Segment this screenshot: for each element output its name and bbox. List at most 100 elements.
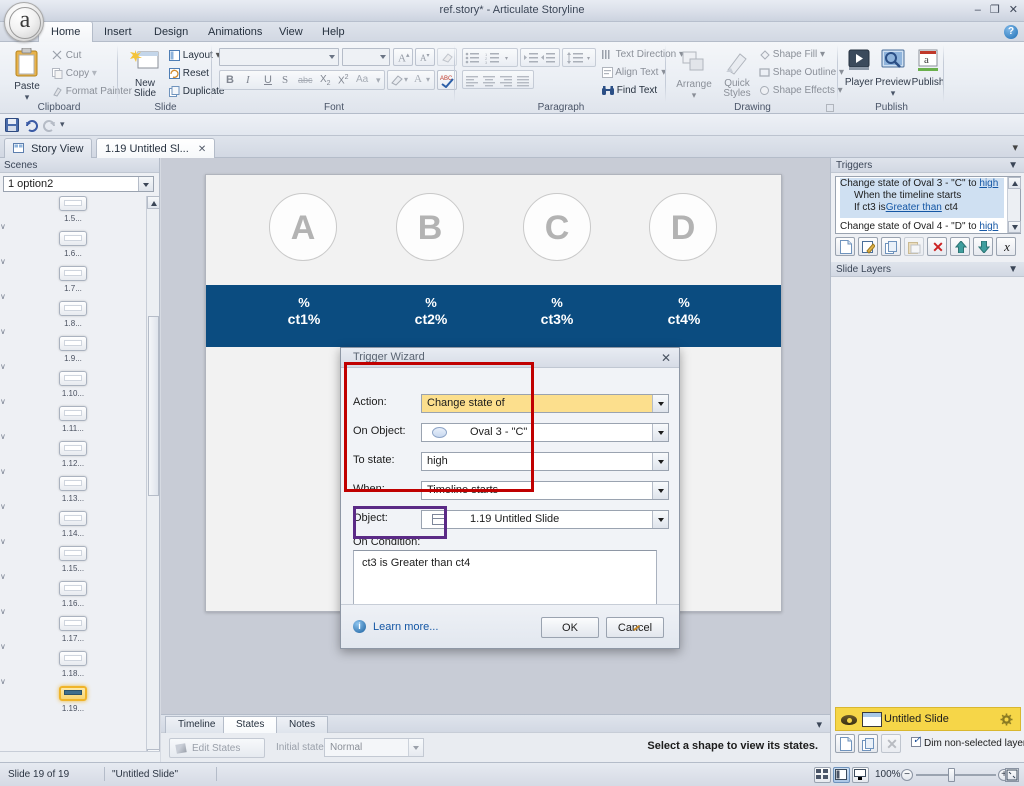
on-object-select[interactable]: Oval 3 - "C": [421, 423, 669, 442]
slide-thumbnail[interactable]: 1.9...: [0, 336, 146, 363]
learn-more-link[interactable]: Learn more...: [373, 621, 438, 633]
slide-thumbnail[interactable]: 1.7...: [0, 266, 146, 293]
slide-thumbnail[interactable]: 1.13...: [0, 476, 146, 503]
normal-view-button[interactable]: [814, 767, 831, 783]
slide-thumbnail[interactable]: 1.11...: [0, 406, 146, 433]
trigger-wizard-dialog[interactable]: Trigger Wizard ✕ Action: Change state of…: [340, 347, 680, 649]
tab-story-view[interactable]: Story View: [4, 138, 93, 158]
chevron-down-icon[interactable]: [652, 453, 668, 470]
chevron-down-icon[interactable]: [652, 395, 668, 412]
tab-states[interactable]: States: [223, 716, 278, 733]
change-case-button[interactable]: Aa: [356, 74, 368, 85]
arrange-button[interactable]: Arrange ▾: [673, 50, 715, 101]
copy-trigger-button[interactable]: [881, 237, 901, 256]
tab-help[interactable]: Help: [310, 22, 357, 42]
delete-layer-button[interactable]: ✕: [881, 734, 901, 753]
trigger-state-link[interactable]: high: [979, 221, 998, 232]
ok-button[interactable]: OK: [541, 617, 599, 638]
tab-insert[interactable]: Insert: [92, 22, 144, 42]
action-select[interactable]: Change state of: [421, 394, 669, 413]
bold-button[interactable]: B: [226, 74, 234, 86]
trigger-item-selected[interactable]: Change state of Oval 3 - "C" to high Whe…: [840, 178, 1004, 218]
move-down-trigger-button[interactable]: [973, 237, 993, 256]
trigger-operator-link[interactable]: Greater than: [886, 202, 942, 213]
font-color-icon[interactable]: A: [414, 73, 422, 85]
zoom-out-button[interactable]: −: [901, 769, 913, 781]
underline-button[interactable]: U: [264, 74, 272, 86]
chevron-down-icon[interactable]: ▾: [376, 75, 381, 86]
slide-thumbnail[interactable]: 1.12...: [0, 441, 146, 468]
object-select[interactable]: 1.19 Untitled Slide: [421, 510, 669, 529]
chevron-down-icon[interactable]: ▾: [426, 75, 430, 84]
duplicate-layer-button[interactable]: [858, 734, 878, 753]
save-icon[interactable]: [5, 118, 19, 132]
slide-thumbnail[interactable]: 1.17...: [0, 616, 146, 643]
zoom-slider-track[interactable]: [916, 774, 996, 776]
scroll-up-button[interactable]: [147, 196, 160, 209]
scrollbar-thumb[interactable]: [148, 316, 159, 496]
scenes-scrollbar[interactable]: [146, 196, 160, 762]
slide-thumbnail[interactable]: 1.15...: [0, 546, 146, 573]
font-size-combo[interactable]: [342, 48, 390, 66]
percent-item-3[interactable]: % ct3%: [497, 294, 617, 328]
player-button[interactable]: Player: [843, 48, 875, 88]
player-view-button[interactable]: [852, 767, 869, 783]
paste-trigger-button[interactable]: [904, 237, 924, 256]
triggers-list[interactable]: Change state of Oval 3 - "C" to high Whe…: [835, 176, 1021, 234]
circle-d[interactable]: D: [649, 193, 717, 261]
copy-button[interactable]: Copy ▾: [52, 68, 97, 79]
tab-timeline[interactable]: Timeline: [165, 716, 229, 733]
chevron-down-icon[interactable]: ▼: [1008, 158, 1018, 173]
initial-state-select[interactable]: Normal: [324, 738, 424, 757]
circle-c[interactable]: C: [523, 193, 591, 261]
expression-trigger-button[interactable]: x: [996, 237, 1016, 256]
move-up-trigger-button[interactable]: [950, 237, 970, 256]
checkbox-icon[interactable]: [911, 735, 922, 747]
tab-animations[interactable]: Animations: [196, 22, 274, 42]
to-state-select[interactable]: high: [421, 452, 669, 471]
triggers-scrollbar[interactable]: [1007, 177, 1021, 233]
slide-thumbnail[interactable]: 1.16...: [0, 581, 146, 608]
fit-to-window-button[interactable]: [1005, 768, 1019, 782]
dim-layers-checkbox[interactable]: Dim non-selected layers: [911, 735, 1024, 749]
gear-icon[interactable]: [1000, 713, 1013, 726]
slide-thumbnail[interactable]: 1.18...: [0, 651, 146, 678]
scenes-horizontal-scrollbar[interactable]: [0, 751, 160, 762]
subscript-button[interactable]: X2: [320, 74, 331, 87]
quick-styles-button[interactable]: Quick Styles: [717, 50, 757, 99]
dialog-close-icon[interactable]: ✕: [661, 351, 671, 365]
help-icon[interactable]: ?: [1004, 25, 1018, 39]
strikethrough-button[interactable]: abc: [298, 75, 313, 85]
scene-selector[interactable]: 1 option2: [3, 176, 154, 192]
chevron-down-icon[interactable]: ▼: [1008, 262, 1018, 277]
chevron-down-icon[interactable]: [652, 482, 668, 499]
reset-button[interactable]: Reset: [169, 68, 209, 79]
new-layer-button[interactable]: [835, 734, 855, 753]
tab-notes[interactable]: Notes: [276, 716, 329, 733]
slide-thumbnail[interactable]: 1.19...: [0, 686, 146, 713]
percent-item-4[interactable]: % ct4%: [624, 294, 744, 328]
redo-icon[interactable]: [43, 118, 57, 132]
tab-view[interactable]: View: [267, 22, 315, 42]
preview-button[interactable]: Preview ▾: [875, 48, 911, 99]
line-spacing-button[interactable]: [562, 48, 596, 67]
circle-b[interactable]: B: [396, 193, 464, 261]
slide-thumbnail[interactable]: 1.8...: [0, 301, 146, 328]
grow-font-button[interactable]: A▴: [393, 48, 413, 66]
chevron-down-icon[interactable]: [138, 177, 153, 191]
new-trigger-button[interactable]: [835, 237, 855, 256]
slide-thumbnail[interactable]: 1.6...: [0, 231, 146, 258]
close-button[interactable]: ✕: [1009, 4, 1018, 16]
percent-item-1[interactable]: % ct1%: [244, 294, 364, 328]
doc-tabs-overflow-icon[interactable]: ▾: [1012, 141, 1018, 154]
trigger-item-2[interactable]: Change state of Oval 4 - "D" to high: [840, 221, 1004, 233]
slide-thumbnail[interactable]: 1.5...: [0, 196, 146, 223]
eye-icon[interactable]: [841, 715, 857, 725]
close-icon[interactable]: ✕: [198, 144, 206, 155]
tab-current-slide[interactable]: 1.19 Untitled Sl... ✕: [96, 138, 216, 158]
condition-item[interactable]: ct3 is Greater than ct4: [362, 557, 470, 569]
minimize-button[interactable]: –: [975, 4, 981, 16]
shape-fill-button[interactable]: Shape Fill ▾: [759, 49, 825, 60]
bottom-tabs-collapse-icon[interactable]: ▾: [816, 718, 822, 731]
align-text-button[interactable]: Align Text ▾: [602, 67, 666, 78]
